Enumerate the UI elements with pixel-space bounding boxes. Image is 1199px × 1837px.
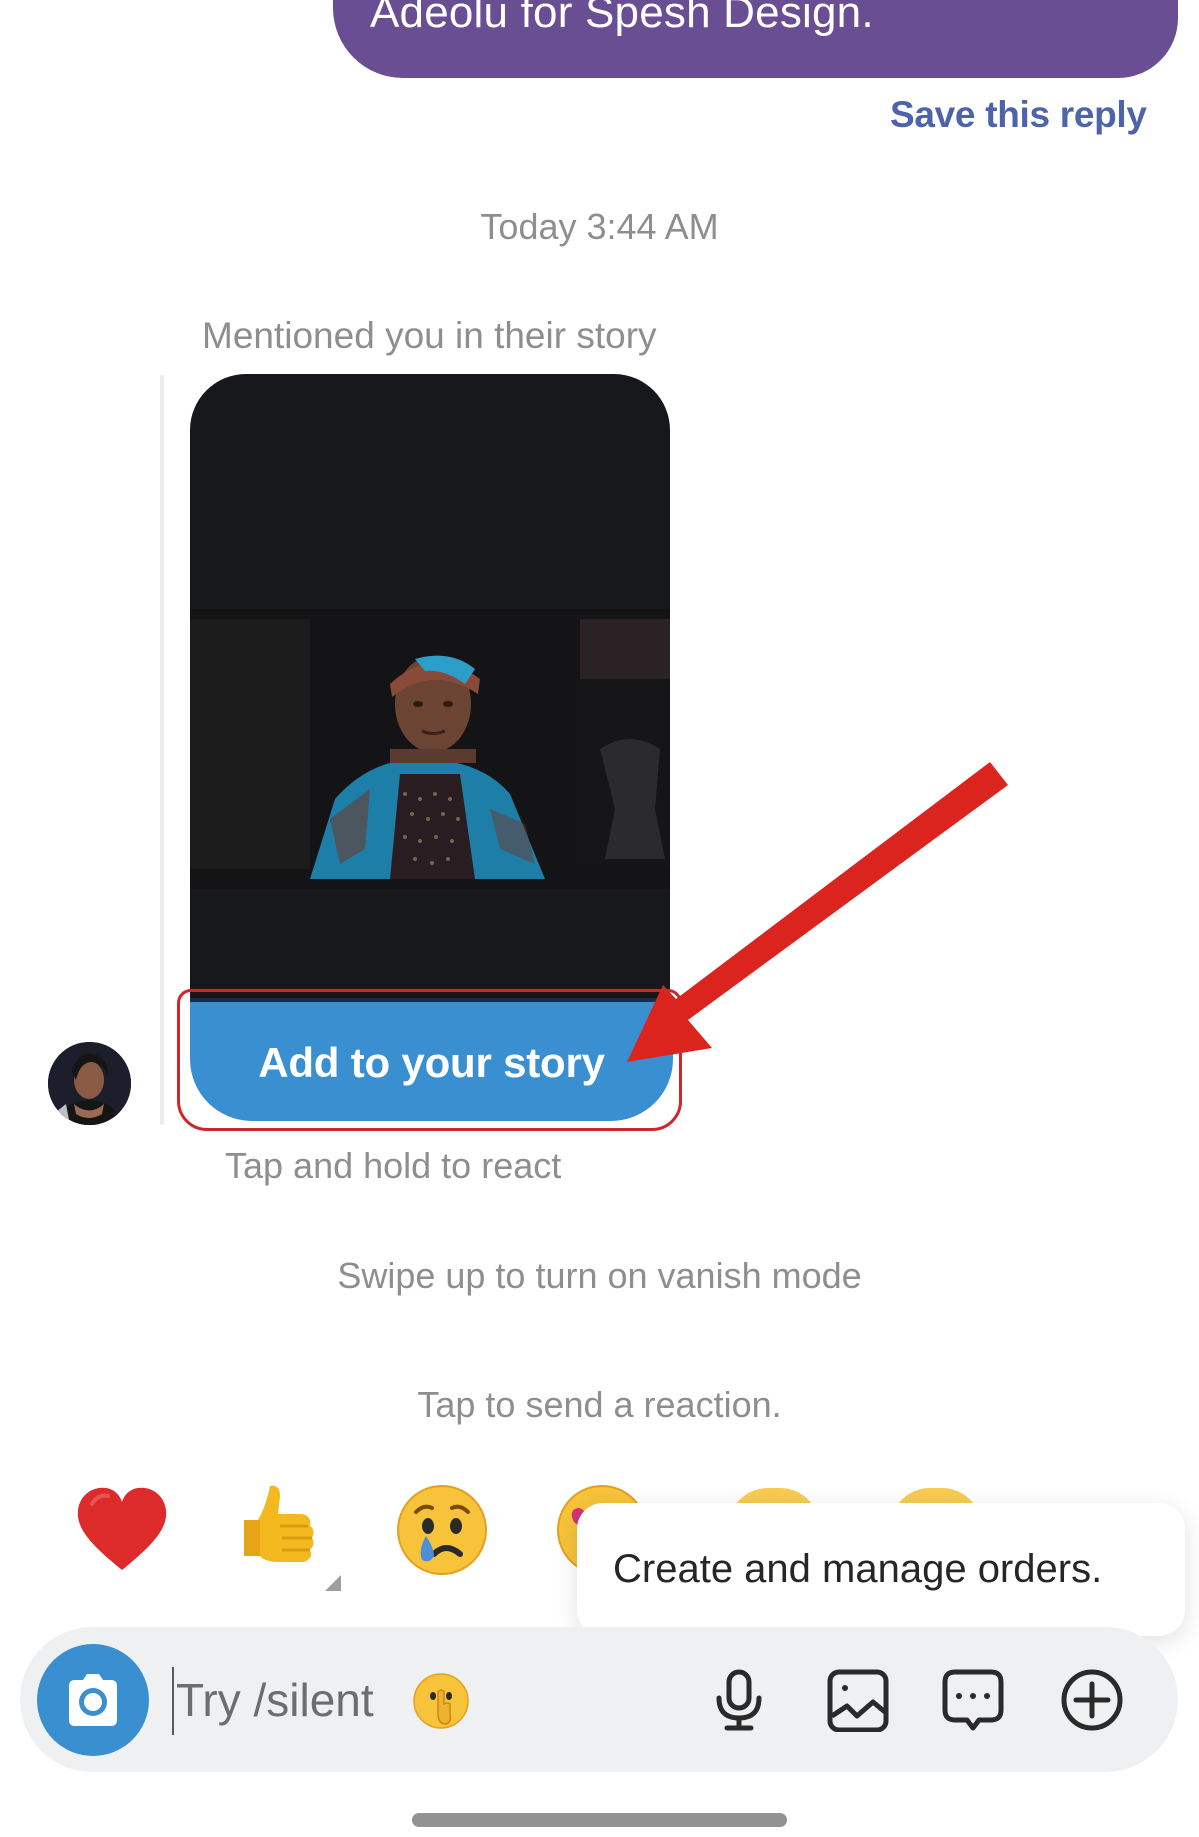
more-reactions-indicator[interactable] bbox=[325, 1575, 341, 1591]
red-heart-icon bbox=[77, 1487, 167, 1570]
crying-face-icon bbox=[397, 1485, 487, 1575]
reply-thread-line bbox=[160, 375, 164, 1125]
gallery-button[interactable] bbox=[825, 1668, 889, 1733]
tap-hold-hint: Tap and hold to react bbox=[225, 1145, 562, 1186]
story-preview-card[interactable]: @pramadox bbox=[190, 374, 670, 999]
add-to-your-story-button[interactable]: Add to your story bbox=[190, 998, 673, 1121]
voice-message-button[interactable] bbox=[707, 1668, 771, 1732]
microphone-icon bbox=[716, 1669, 762, 1731]
vanish-mode-hint[interactable]: Swipe up to turn on vanish mode bbox=[0, 1255, 1199, 1297]
more-options-button[interactable] bbox=[1060, 1668, 1124, 1732]
reaction-hint: Tap to send a reaction. bbox=[417, 1384, 782, 1425]
story-mention-label: Mentioned you in their story bbox=[202, 315, 657, 356]
reaction-thumbs-up[interactable] bbox=[230, 1478, 334, 1582]
camera-button[interactable] bbox=[37, 1644, 149, 1756]
camera-icon bbox=[69, 1674, 117, 1726]
reaction-crying-face[interactable] bbox=[390, 1478, 494, 1582]
chat-bubble-icon bbox=[942, 1669, 1004, 1731]
shushing-face-icon bbox=[412, 1672, 470, 1730]
home-indicator[interactable] bbox=[412, 1813, 787, 1827]
story-photo-art bbox=[190, 609, 670, 889]
annotation-arrow-shape bbox=[627, 762, 1008, 1062]
sticker-button[interactable] bbox=[941, 1668, 1005, 1732]
save-reply-link[interactable]: Save this reply bbox=[890, 94, 1147, 136]
reaction-red-heart[interactable] bbox=[70, 1478, 174, 1582]
message-timestamp: Today 3:44 AM bbox=[480, 206, 719, 247]
plus-circle-icon bbox=[1061, 1669, 1123, 1731]
thumbs-up-icon bbox=[244, 1485, 314, 1562]
sender-avatar[interactable] bbox=[48, 1042, 131, 1125]
sent-message-text: Adeolu for Spesh Design. bbox=[370, 0, 874, 37]
story-photo: @pramadox bbox=[190, 609, 670, 889]
avatar-photo bbox=[48, 1042, 131, 1125]
orders-tooltip: Create and manage orders. bbox=[577, 1503, 1185, 1636]
image-icon bbox=[827, 1669, 889, 1733]
